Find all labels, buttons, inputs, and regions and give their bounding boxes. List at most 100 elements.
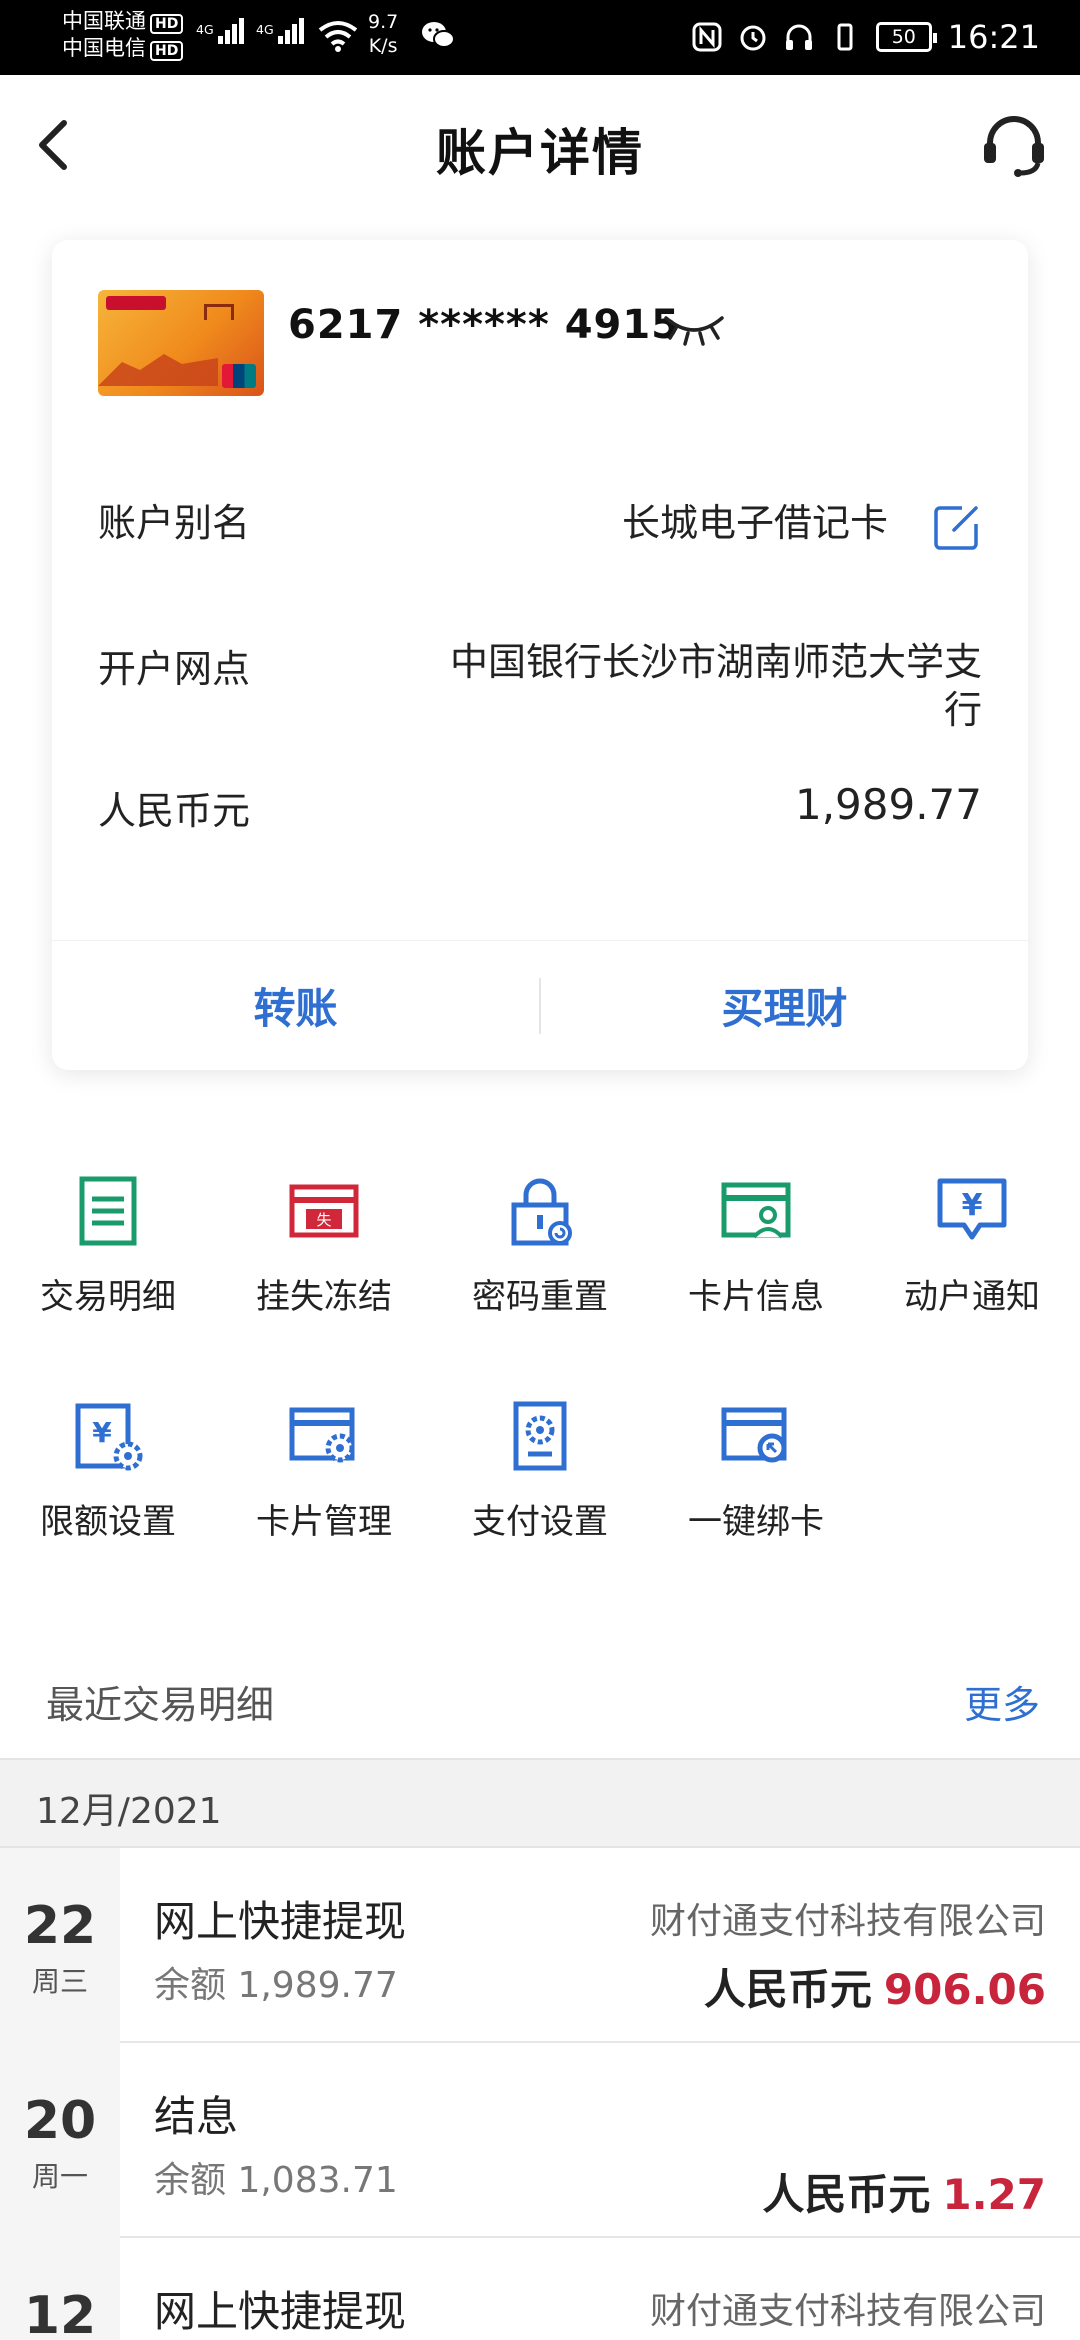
tx-day: 22 bbox=[23, 1896, 97, 1956]
bank-card-image bbox=[98, 290, 264, 396]
month-label: 12月/2021 bbox=[36, 1791, 222, 1832]
branch-value: 中国银行长沙市湖南师范大学支行 bbox=[449, 640, 982, 732]
unionpay-logo bbox=[222, 364, 256, 388]
eye-closed-icon[interactable] bbox=[662, 306, 726, 346]
tx-amount-value: 1.27 bbox=[942, 2170, 1046, 2219]
tx-balance: 余额 1,989.77 bbox=[154, 1965, 398, 2006]
buy-wealth-button[interactable]: 买理财 bbox=[541, 975, 1028, 1036]
grid-label: 动户通知 bbox=[904, 1277, 1040, 1317]
card-number: 6217 ****** 4915 bbox=[288, 302, 681, 348]
tx-title: 结息 bbox=[154, 2092, 239, 2141]
signal-icon: 4G bbox=[196, 18, 246, 44]
tx-weekday: 周三 bbox=[31, 1965, 88, 1998]
recent-transactions-header: 最近交易明细 更多 bbox=[0, 1650, 1080, 1760]
grid-label: 限额设置 bbox=[40, 1502, 176, 1542]
wechat-icon bbox=[422, 22, 455, 48]
speed-unit: K/s bbox=[368, 35, 398, 57]
lost-badge: 失 bbox=[316, 1211, 331, 1229]
branch-row: 开户网点 中国银行长沙市湖南师范大学支行 bbox=[98, 638, 982, 738]
transaction-row[interactable]: 12 网上快捷提现 财付通支付科技有限公司 bbox=[0, 2238, 1080, 2340]
carrier-2: 中国电信 bbox=[62, 36, 146, 60]
nfc-icon bbox=[692, 22, 722, 52]
date-column: 12 bbox=[0, 2238, 120, 2340]
grid-item-card-management[interactable]: 卡片管理 bbox=[216, 1400, 432, 1560]
yen-symbol: ¥ bbox=[962, 1188, 983, 1223]
lock-reset-icon bbox=[511, 1178, 572, 1246]
grid-label: 支付设置 bbox=[472, 1502, 608, 1542]
tx-day: 12 bbox=[23, 2286, 97, 2340]
list-icon bbox=[79, 1176, 137, 1246]
vibrate-icon bbox=[837, 23, 853, 51]
card-gear-icon bbox=[289, 1407, 355, 1463]
grid-label: 卡片管理 bbox=[256, 1502, 392, 1542]
grid-item-limit-settings[interactable]: ¥ 限额设置 bbox=[0, 1400, 216, 1560]
status-icons: 50 16:21 bbox=[692, 18, 1040, 56]
tx-amount: 人民币元 906.06 bbox=[704, 1956, 1046, 2017]
grid-label: 挂失冻结 bbox=[256, 1277, 392, 1317]
grid-item-quick-bind[interactable]: 一键绑卡 bbox=[648, 1400, 864, 1560]
currency-label: 人民币元 bbox=[98, 789, 251, 833]
headphones-icon bbox=[785, 24, 812, 50]
yen-message-icon: ¥ bbox=[937, 1178, 1007, 1240]
tx-balance: 余额 1,083.71 bbox=[154, 2160, 398, 2201]
alarm-icon bbox=[740, 25, 766, 51]
tx-counterparty: 财付通支付科技有限公司 bbox=[649, 2291, 1046, 2332]
grid-item-report-lost[interactable]: 失 挂失冻结 bbox=[216, 1175, 432, 1335]
lost-card-icon: 失 bbox=[289, 1184, 359, 1238]
grid-item-payment-settings[interactable]: 支付设置 bbox=[432, 1400, 648, 1560]
alias-value: 长城电子借记卡 bbox=[621, 501, 888, 545]
card-actions: 转账 买理财 bbox=[52, 940, 1028, 1070]
grid-label: 卡片信息 bbox=[688, 1277, 824, 1317]
section-title: 最近交易明细 bbox=[46, 1683, 275, 1727]
account-card: 6217 ****** 4915 账户别名 长城电子借记卡 开户网点 中国银行长… bbox=[52, 240, 1028, 1070]
battery-indicator: 50 bbox=[875, 22, 937, 52]
grid-item-card-info[interactable]: 卡片信息 bbox=[648, 1175, 864, 1335]
hd-badge: HD bbox=[150, 14, 184, 34]
transaction-row[interactable]: 22 周三 网上快捷提现 余额 1,989.77 财付通支付科技有限公司 人民币… bbox=[0, 1848, 1080, 2043]
tx-title: 网上快捷提现 bbox=[154, 2287, 407, 2336]
card-user-icon bbox=[721, 1182, 791, 1239]
alias-label: 账户别名 bbox=[98, 501, 251, 545]
signal-icon: 4G bbox=[256, 18, 306, 44]
payment-settings-icon bbox=[513, 1401, 567, 1471]
tx-day: 20 bbox=[23, 2091, 97, 2151]
carrier-info: 中国联通 HD 中国电信 HD bbox=[62, 8, 184, 62]
bind-card-icon bbox=[721, 1407, 787, 1463]
tx-counterparty: 财付通支付科技有限公司 bbox=[649, 1901, 1046, 1942]
hd-badge: HD bbox=[150, 41, 184, 61]
grid-item-password-reset[interactable]: 密码重置 bbox=[432, 1175, 648, 1335]
tx-currency: 人民币元 bbox=[703, 1965, 872, 2014]
network-type: 4G bbox=[196, 22, 214, 37]
tx-currency: 人民币元 bbox=[762, 2170, 931, 2219]
grid-label: 一键绑卡 bbox=[688, 1502, 824, 1542]
customer-service-button[interactable] bbox=[978, 113, 1050, 179]
tx-amount-value: 906.06 bbox=[883, 1965, 1046, 2014]
speed-value: 9.7 bbox=[368, 11, 399, 33]
status-bar: 中国联通 HD 中国电信 HD 4G 4G 9.7 K/s 50 16:21 bbox=[0, 0, 1080, 75]
alias-row: 账户别名 长城电子借记卡 bbox=[98, 492, 982, 552]
balance-row: 人民币元 1,989.77 bbox=[98, 780, 982, 840]
more-link[interactable]: 更多 bbox=[964, 1674, 1040, 1729]
yen-settings-icon: ¥ bbox=[75, 1403, 143, 1471]
tx-title: 网上快捷提现 bbox=[154, 1897, 407, 1946]
branch-label: 开户网点 bbox=[98, 647, 251, 691]
clock: 16:21 bbox=[947, 18, 1040, 56]
page-title: 账户详情 bbox=[436, 124, 644, 182]
tx-amount: 人民币元 1.27 bbox=[762, 2161, 1046, 2222]
transaction-row[interactable]: 20 周一 结息 余额 1,083.71 人民币元 1.27 bbox=[0, 2043, 1080, 2238]
balance-value: 1,989.77 bbox=[794, 780, 982, 829]
network-speed: 9.7 K/s bbox=[368, 10, 398, 58]
transfer-button[interactable]: 转账 bbox=[52, 975, 539, 1036]
tx-weekday: 周一 bbox=[31, 2160, 88, 2193]
nav-header: 账户详情 bbox=[0, 75, 1080, 215]
date-column: 20 周一 bbox=[0, 2043, 120, 2238]
yen-symbol: ¥ bbox=[92, 1416, 112, 1449]
grid-label: 密码重置 bbox=[472, 1277, 608, 1317]
grid-item-account-notice[interactable]: ¥ 动户通知 bbox=[864, 1175, 1080, 1335]
network-type: 4G bbox=[256, 22, 274, 37]
month-header: 12月/2021 bbox=[0, 1758, 1080, 1848]
carrier-1: 中国联通 bbox=[62, 9, 146, 33]
edit-icon[interactable] bbox=[932, 502, 982, 552]
grid-item-transaction-details[interactable]: 交易明细 bbox=[0, 1175, 216, 1335]
grid-label: 交易明细 bbox=[40, 1277, 176, 1317]
